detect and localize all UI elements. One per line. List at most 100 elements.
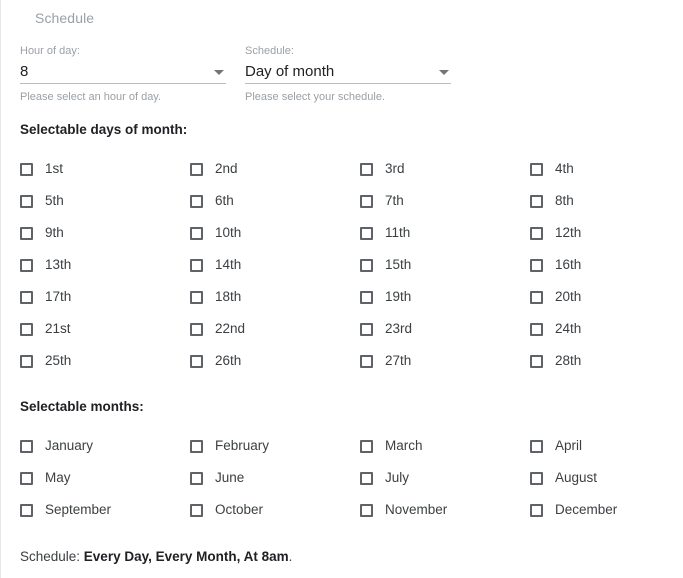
day-checkbox-24th[interactable]: 24th bbox=[530, 318, 683, 340]
day-checkbox-18th[interactable]: 18th bbox=[190, 286, 360, 308]
checkbox-label: 11th bbox=[385, 225, 411, 240]
day-checkbox-25th[interactable]: 25th bbox=[20, 350, 190, 372]
checkbox-icon[interactable] bbox=[190, 503, 203, 517]
day-checkbox-28th[interactable]: 28th bbox=[530, 350, 683, 372]
checkbox-icon[interactable] bbox=[360, 439, 373, 453]
checkbox-label: 27th bbox=[385, 353, 412, 368]
page-title: Schedule bbox=[35, 10, 95, 26]
day-checkbox-14th[interactable]: 14th bbox=[190, 254, 360, 276]
checkbox-label: 4th bbox=[555, 161, 574, 176]
month-checkbox-june[interactable]: June bbox=[190, 467, 360, 489]
month-checkbox-march[interactable]: March bbox=[360, 435, 530, 457]
month-checkbox-may[interactable]: May bbox=[20, 467, 190, 489]
month-checkbox-april[interactable]: April bbox=[530, 435, 683, 457]
checkbox-label: 13th bbox=[45, 257, 72, 272]
month-checkbox-october[interactable]: October bbox=[190, 499, 360, 521]
checkbox-icon[interactable] bbox=[360, 290, 373, 304]
day-checkbox-21st[interactable]: 21st bbox=[20, 318, 190, 340]
checkbox-label: 26th bbox=[215, 353, 242, 368]
schedule-panel: Schedule Hour of day: 8 Please select an… bbox=[0, 0, 683, 578]
checkbox-label: 5th bbox=[45, 193, 64, 208]
checkbox-label: October bbox=[215, 502, 264, 517]
checkbox-label: 15th bbox=[385, 257, 412, 272]
day-checkbox-20th[interactable]: 20th bbox=[530, 286, 683, 308]
day-checkbox-1st[interactable]: 1st bbox=[20, 158, 190, 180]
day-checkbox-3rd[interactable]: 3rd bbox=[360, 158, 530, 180]
checkbox-icon[interactable] bbox=[190, 162, 203, 176]
checkbox-icon[interactable] bbox=[360, 322, 373, 336]
day-checkbox-8th[interactable]: 8th bbox=[530, 190, 683, 212]
checkbox-icon[interactable] bbox=[190, 471, 203, 485]
checkbox-label: 14th bbox=[215, 257, 242, 272]
hour-of-day-select[interactable]: 8 bbox=[20, 58, 226, 84]
checkbox-icon[interactable] bbox=[20, 471, 33, 485]
day-checkbox-26th[interactable]: 26th bbox=[190, 350, 360, 372]
month-checkbox-december[interactable]: December bbox=[530, 499, 683, 521]
checkbox-label: 16th bbox=[555, 257, 582, 272]
checkbox-label: 28th bbox=[555, 353, 582, 368]
checkbox-icon[interactable] bbox=[20, 258, 33, 272]
checkbox-icon[interactable] bbox=[530, 226, 543, 240]
day-checkbox-19th[interactable]: 19th bbox=[360, 286, 530, 308]
checkbox-icon[interactable] bbox=[360, 162, 373, 176]
checkbox-icon[interactable] bbox=[190, 194, 203, 208]
checkbox-icon[interactable] bbox=[530, 503, 543, 517]
month-checkbox-february[interactable]: February bbox=[190, 435, 360, 457]
checkbox-icon[interactable] bbox=[360, 354, 373, 368]
day-checkbox-22nd[interactable]: 22nd bbox=[190, 318, 360, 340]
day-checkbox-12th[interactable]: 12th bbox=[530, 222, 683, 244]
day-checkbox-6th[interactable]: 6th bbox=[190, 190, 360, 212]
checkbox-icon[interactable] bbox=[190, 226, 203, 240]
checkbox-icon[interactable] bbox=[360, 194, 373, 208]
checkbox-icon[interactable] bbox=[530, 194, 543, 208]
checkbox-icon[interactable] bbox=[360, 503, 373, 517]
day-checkbox-9th[interactable]: 9th bbox=[20, 222, 190, 244]
days-section-title: Selectable days of month: bbox=[20, 122, 188, 137]
checkbox-icon[interactable] bbox=[530, 258, 543, 272]
checkbox-icon[interactable] bbox=[360, 226, 373, 240]
checkbox-icon[interactable] bbox=[530, 162, 543, 176]
checkbox-icon[interactable] bbox=[530, 354, 543, 368]
checkbox-icon[interactable] bbox=[20, 322, 33, 336]
checkbox-icon[interactable] bbox=[530, 439, 543, 453]
day-checkbox-15th[interactable]: 15th bbox=[360, 254, 530, 276]
month-checkbox-july[interactable]: July bbox=[360, 467, 530, 489]
day-checkbox-13th[interactable]: 13th bbox=[20, 254, 190, 276]
month-checkbox-november[interactable]: November bbox=[360, 499, 530, 521]
month-checkbox-august[interactable]: August bbox=[530, 467, 683, 489]
checkbox-icon[interactable] bbox=[360, 471, 373, 485]
day-checkbox-11th[interactable]: 11th bbox=[360, 222, 530, 244]
checkbox-icon[interactable] bbox=[530, 290, 543, 304]
checkbox-icon[interactable] bbox=[530, 322, 543, 336]
day-checkbox-4th[interactable]: 4th bbox=[530, 158, 683, 180]
day-checkbox-2nd[interactable]: 2nd bbox=[190, 158, 360, 180]
month-checkbox-january[interactable]: January bbox=[20, 435, 190, 457]
checkbox-label: 21st bbox=[45, 321, 71, 336]
checkbox-icon[interactable] bbox=[20, 226, 33, 240]
hour-of-day-hint: Please select an hour of day. bbox=[20, 91, 162, 103]
month-checkbox-september[interactable]: September bbox=[20, 499, 190, 521]
day-checkbox-27th[interactable]: 27th bbox=[360, 350, 530, 372]
day-checkbox-7th[interactable]: 7th bbox=[360, 190, 530, 212]
checkbox-icon[interactable] bbox=[20, 162, 33, 176]
checkbox-icon[interactable] bbox=[190, 258, 203, 272]
checkbox-icon[interactable] bbox=[190, 290, 203, 304]
checkbox-icon[interactable] bbox=[20, 290, 33, 304]
checkbox-icon[interactable] bbox=[20, 194, 33, 208]
checkbox-icon[interactable] bbox=[190, 439, 203, 453]
chevron-down-icon bbox=[439, 70, 449, 75]
checkbox-icon[interactable] bbox=[190, 354, 203, 368]
day-checkbox-23rd[interactable]: 23rd bbox=[360, 318, 530, 340]
checkbox-icon[interactable] bbox=[20, 439, 33, 453]
checkbox-icon[interactable] bbox=[530, 471, 543, 485]
day-checkbox-10th[interactable]: 10th bbox=[190, 222, 360, 244]
day-checkbox-16th[interactable]: 16th bbox=[530, 254, 683, 276]
checkbox-icon[interactable] bbox=[190, 322, 203, 336]
schedule-type-select[interactable]: Day of month bbox=[245, 58, 451, 84]
day-checkbox-5th[interactable]: 5th bbox=[20, 190, 190, 212]
hour-of-day-label: Hour of day: bbox=[20, 45, 80, 57]
checkbox-icon[interactable] bbox=[20, 354, 33, 368]
checkbox-icon[interactable] bbox=[360, 258, 373, 272]
day-checkbox-17th[interactable]: 17th bbox=[20, 286, 190, 308]
checkbox-icon[interactable] bbox=[20, 503, 33, 517]
